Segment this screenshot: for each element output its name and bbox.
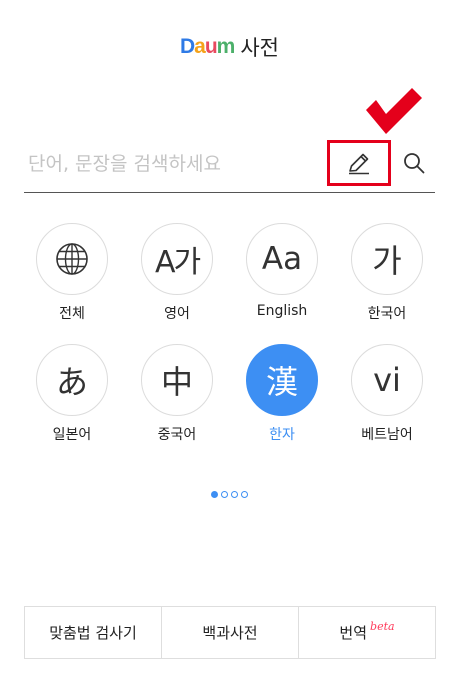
language-circle-selected[interactable]: 漢 bbox=[246, 344, 318, 416]
language-circle[interactable] bbox=[36, 223, 108, 295]
handwriting-button[interactable] bbox=[327, 140, 391, 186]
language-label: 일본어 bbox=[52, 427, 92, 443]
beta-badge: beta bbox=[370, 620, 395, 633]
language-label: 영어 bbox=[164, 306, 190, 322]
spell-check-button[interactable]: 맞춤법 검사기 bbox=[25, 607, 162, 658]
translate-label: 번역 bbox=[339, 624, 368, 642]
language-vietnamese[interactable]: vi 베트남어 bbox=[339, 344, 435, 444]
language-label: 베트남어 bbox=[361, 427, 413, 443]
language-hanja[interactable]: 漢 한자 bbox=[234, 344, 330, 444]
language-label: 한국어 bbox=[367, 306, 407, 322]
language-all[interactable]: 전체 bbox=[24, 223, 120, 323]
bottom-menu: 맞춤법 검사기 백과사전 번역 beta bbox=[24, 606, 436, 659]
check-mark-icon bbox=[366, 88, 422, 134]
logo-letter-m: m bbox=[216, 35, 236, 58]
language-circle[interactable]: 中 bbox=[141, 344, 213, 416]
language-chinese[interactable]: 中 중국어 bbox=[129, 344, 225, 444]
language-label-selected: 한자 bbox=[269, 427, 295, 443]
language-label: English bbox=[256, 303, 308, 319]
app-header: D a u m 사전 bbox=[0, 30, 459, 64]
logo-letter-d: D bbox=[179, 35, 195, 58]
language-circle[interactable]: Aa bbox=[246, 223, 318, 295]
language-label: 중국어 bbox=[157, 427, 197, 443]
language-english-korean[interactable]: A가 영어 bbox=[129, 223, 225, 323]
logo-letter-a: a bbox=[194, 35, 206, 58]
translate-button[interactable]: 번역 beta bbox=[299, 607, 435, 658]
language-circle[interactable]: あ bbox=[36, 344, 108, 416]
page-dot-active[interactable] bbox=[211, 491, 218, 498]
search-icon bbox=[404, 153, 425, 174]
language-circle[interactable]: vi bbox=[351, 344, 423, 416]
language-circle[interactable]: A가 bbox=[141, 223, 213, 295]
page-dot[interactable] bbox=[221, 491, 228, 498]
encyclopedia-button[interactable]: 백과사전 bbox=[162, 607, 299, 658]
page-indicator bbox=[0, 491, 459, 498]
pen-icon bbox=[349, 153, 369, 175]
language-circle[interactable]: 가 bbox=[351, 223, 423, 295]
language-grid: 전체 A가 영어 Aa English 가 한국어 あ 일본어 中 중국어 漢 … bbox=[24, 223, 435, 465]
daum-logo[interactable]: D a u m bbox=[179, 35, 236, 59]
search-button[interactable] bbox=[394, 143, 434, 183]
globe-icon bbox=[56, 243, 88, 275]
language-japanese[interactable]: あ 일본어 bbox=[24, 344, 120, 444]
language-korean[interactable]: 가 한국어 bbox=[339, 223, 435, 323]
page-dot[interactable] bbox=[241, 491, 248, 498]
language-english[interactable]: Aa English bbox=[234, 223, 330, 323]
page-title: 사전 bbox=[240, 36, 279, 60]
page-dot[interactable] bbox=[231, 491, 238, 498]
language-label: 전체 bbox=[59, 306, 85, 322]
search-input[interactable] bbox=[28, 147, 318, 181]
logo-letter-u: u bbox=[204, 35, 218, 58]
search-bar bbox=[24, 135, 435, 193]
